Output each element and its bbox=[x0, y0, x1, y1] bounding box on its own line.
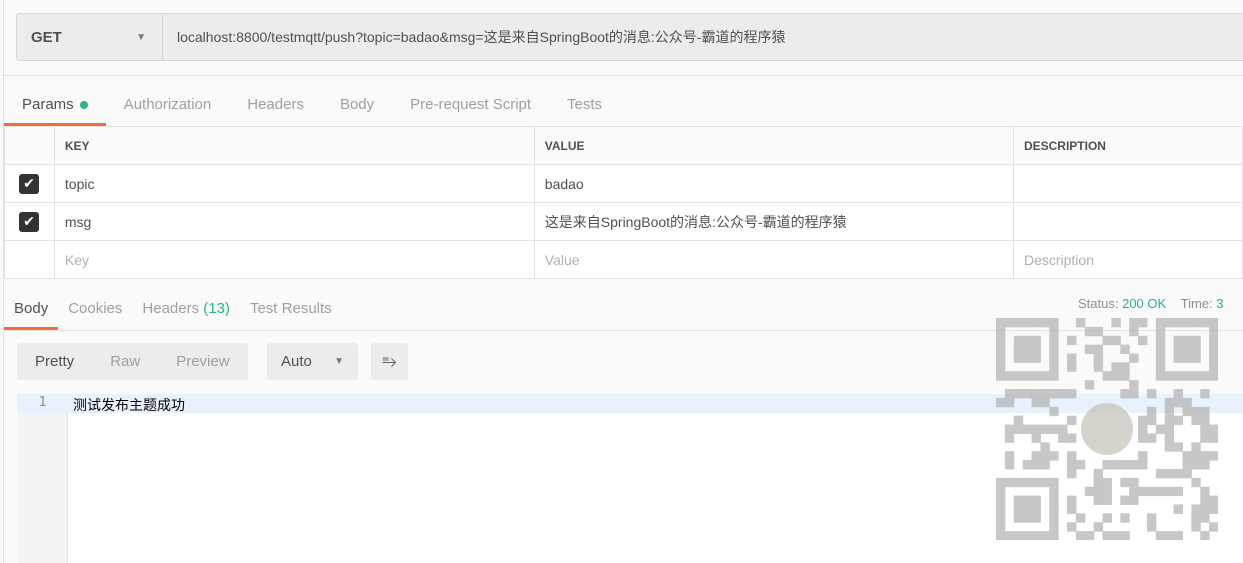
tab-response-body[interactable]: Body bbox=[4, 294, 59, 330]
value-header: VALUE bbox=[533, 126, 1014, 165]
url-input[interactable]: localhost:8800/testmqtt/push?topic=badao… bbox=[163, 14, 785, 60]
checkbox-header bbox=[4, 126, 55, 165]
tab-pre-request-script[interactable]: Pre-request Script bbox=[392, 90, 549, 126]
divider bbox=[4, 75, 1243, 76]
key-input[interactable]: Key bbox=[53, 240, 535, 279]
checkbox[interactable]: ✔ bbox=[19, 211, 39, 232]
chevron-down-icon: ▼ bbox=[334, 356, 344, 367]
qr-code-watermark bbox=[996, 318, 1218, 540]
tab-label: Headers bbox=[142, 300, 200, 317]
description-cell[interactable] bbox=[1012, 164, 1243, 203]
preview-button[interactable]: Preview bbox=[158, 343, 247, 380]
table-row: Key Value Description bbox=[4, 240, 1243, 279]
chevron-down-icon: ▼ bbox=[136, 31, 146, 43]
tab-tests[interactable]: Tests bbox=[549, 90, 620, 126]
request-tabs: Params Authorization Headers Body Pre-re… bbox=[4, 90, 620, 126]
description-cell[interactable] bbox=[1012, 202, 1243, 241]
tab-params[interactable]: Params bbox=[4, 90, 106, 126]
time-value: 3 bbox=[1216, 296, 1224, 311]
description-header: DESCRIPTION bbox=[1012, 126, 1243, 165]
status-label: Status: bbox=[1078, 296, 1119, 311]
tab-response-headers[interactable]: Headers (13) bbox=[132, 294, 240, 330]
table-row: ✔ topic badao bbox=[4, 164, 1243, 203]
pretty-button[interactable]: Pretty bbox=[17, 343, 92, 380]
params-table: KEY VALUE DESCRIPTION ✔ topic badao ✔ msg 这是来自… bbox=[4, 126, 1243, 279]
tab-authorization[interactable]: Authorization bbox=[106, 90, 230, 126]
wrap-icon: ⥱ bbox=[382, 351, 397, 371]
time-label: Time: bbox=[1180, 296, 1213, 311]
raw-button[interactable]: Raw bbox=[92, 343, 158, 380]
wrap-lines-button[interactable]: ⥱ bbox=[371, 343, 408, 380]
value-cell[interactable]: 这是来自SpringBoot的消息:公众号-霸道的程序猿 bbox=[533, 202, 1014, 241]
key-cell[interactable]: topic bbox=[53, 164, 535, 203]
tab-label: Params bbox=[22, 96, 74, 113]
logo-avatar bbox=[1081, 403, 1133, 455]
key-header: KEY bbox=[53, 126, 535, 165]
tab-body[interactable]: Body bbox=[322, 90, 392, 126]
tab-cookies[interactable]: Cookies bbox=[58, 294, 132, 330]
tab-headers[interactable]: Headers bbox=[229, 90, 322, 126]
status-bar: Status: 200 OK Time: 3 bbox=[1078, 296, 1224, 311]
headers-count: (13) bbox=[203, 300, 230, 317]
checkbox[interactable]: ✔ bbox=[19, 173, 39, 194]
url-bar: GET ▼ localhost:8800/testmqtt/push?topic=… bbox=[16, 13, 1243, 61]
key-cell[interactable]: msg bbox=[53, 202, 535, 241]
response-tabs: Body Cookies Headers (13) Test Results bbox=[4, 294, 342, 330]
table-row: ✔ msg 这是来自SpringBoot的消息:公众号-霸道的程序猿 bbox=[4, 202, 1243, 241]
line-number: 1 bbox=[38, 395, 47, 410]
format-label: Auto bbox=[281, 353, 312, 370]
method-select[interactable]: GET ▼ bbox=[17, 14, 163, 60]
view-mode-group: Pretty Raw Preview bbox=[17, 343, 248, 380]
divider bbox=[3, 0, 4, 563]
method-label: GET bbox=[31, 28, 62, 46]
status-value: 200 OK bbox=[1122, 296, 1167, 311]
active-dot-icon bbox=[79, 101, 88, 110]
line-gutter bbox=[17, 394, 68, 563]
value-cell[interactable]: badao bbox=[533, 164, 1014, 203]
description-input[interactable]: Description bbox=[1012, 240, 1243, 279]
response-body-text: 测试发布主题成功 bbox=[73, 397, 185, 413]
tab-test-results[interactable]: Test Results bbox=[240, 294, 342, 330]
value-input[interactable]: Value bbox=[533, 240, 1014, 279]
format-select[interactable]: Auto ▼ bbox=[267, 343, 358, 380]
